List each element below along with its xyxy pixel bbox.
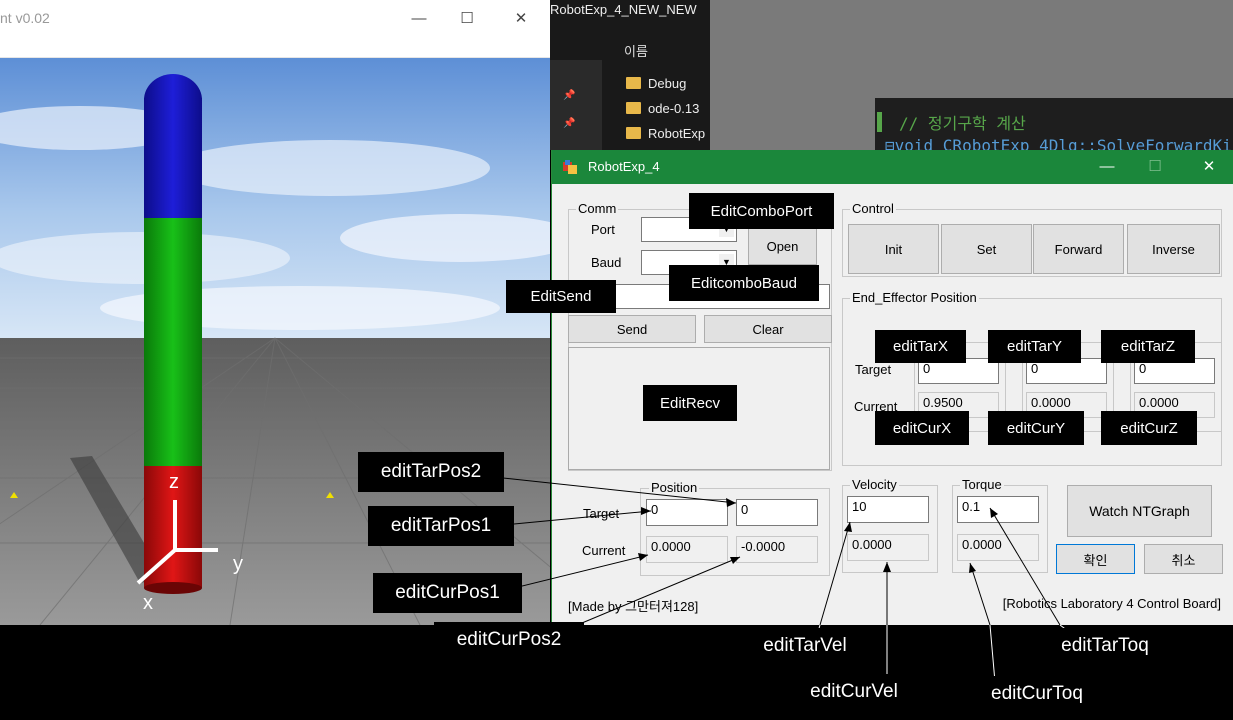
annotation-edit-cur-x: editCurX (875, 411, 969, 445)
annotation-edit-recv: EditRecv (643, 385, 737, 421)
torque-current-field: 0.0000 (957, 534, 1039, 561)
baud-label: Baud (591, 255, 622, 270)
position-group-label: Position (649, 480, 700, 495)
annotation-edit-tar-vel: editTarVel (742, 628, 868, 664)
ok-button[interactable]: 확인 (1056, 544, 1135, 574)
position-target-label: Target (583, 506, 620, 521)
send-button[interactable]: Send (568, 315, 696, 343)
dialog-titlebar: RobotExp_4 — ☐ ✕ (552, 150, 1233, 184)
explorer-title: RobotExp_4_NEW_NEW (550, 2, 697, 17)
footer-credit: [Made by 그만터져128] (568, 599, 699, 614)
annotation-edit-tar-toq: editTarToq (1040, 628, 1170, 664)
folder-icon (626, 102, 641, 114)
torque-group-label: Torque (960, 477, 1004, 492)
position-target-2-input[interactable]: 0 (736, 499, 818, 526)
velocity-target-input[interactable]: 10 (847, 496, 929, 523)
footer-board-name: [Robotics Laboratory 4 Control Board] (1002, 596, 1221, 611)
velocity-current-field: 0.0000 (847, 534, 929, 561)
cancel-button[interactable]: 취소 (1144, 544, 1223, 574)
ee-target-label: Target (855, 362, 892, 377)
position-target-1-input[interactable]: 0 (646, 499, 728, 526)
explorer-item[interactable]: RobotExp (626, 126, 705, 141)
init-button[interactable]: Init (848, 224, 939, 274)
annotation-edit-cur-pos2: editCurPos2 (434, 622, 584, 658)
maximize-icon: ☐ (1148, 158, 1162, 175)
close-icon[interactable]: ✕ (498, 6, 544, 32)
open-button[interactable]: Open (748, 227, 817, 265)
minimize-icon[interactable]: — (1084, 154, 1130, 180)
annotation-edit-tar-x: editTarX (875, 330, 966, 363)
axis-label-x: x (143, 592, 153, 614)
velocity-group-label: Velocity (850, 477, 899, 492)
annotation-edit-cur-z: editCurZ (1101, 411, 1197, 445)
annotation-edit-tar-pos1: editTarPos1 (368, 506, 514, 546)
sim-titlebar: nt v0.02 — ☐ ✕ (0, 0, 550, 58)
position-current-1-field: 0.0000 (646, 536, 728, 563)
app-icon (563, 160, 577, 174)
forward-button[interactable]: Forward (1033, 224, 1124, 274)
annotation-edit-cur-pos1: editCurPos1 (373, 573, 522, 613)
annotation-edit-cur-toq: editCurToq (970, 676, 1104, 712)
clear-button[interactable]: Clear (704, 315, 832, 343)
annotation-edit-combo-baud: EditcomboBaud (669, 265, 819, 301)
folder-icon (626, 77, 641, 89)
robot-link-middle (144, 218, 202, 466)
annotation-edit-tar-z: editTarZ (1101, 330, 1195, 363)
set-button[interactable]: Set (941, 224, 1032, 274)
annotation-edit-combo-port: EditComboPort (689, 193, 834, 229)
position-current-2-field: -0.0000 (736, 536, 818, 563)
pin-icon: 📌 (563, 90, 576, 101)
annotation-edit-cur-y: editCurY (988, 411, 1084, 445)
inverse-button[interactable]: Inverse (1127, 224, 1220, 274)
port-label: Port (591, 222, 615, 237)
position-current-label: Current (582, 543, 626, 558)
folder-icon (626, 127, 641, 139)
explorer-item[interactable]: ode-0.13 (626, 101, 699, 116)
explorer-column-name[interactable]: 이름 (624, 41, 648, 60)
annotation-edit-tar-y: editTarY (988, 330, 1081, 363)
end-effector-group-label: End_Effector Position (850, 290, 979, 305)
minimize-icon[interactable]: — (396, 6, 442, 32)
sim-window-title: nt v0.02 (0, 10, 50, 26)
close-icon[interactable]: ✕ (1186, 154, 1232, 180)
code-function-line: ⊟void CRobotExp_4Dlg::SolveForwardKinema… (885, 136, 1233, 150)
comm-group-label: Comm (576, 201, 619, 216)
annotation-edit-send: EditSend (506, 280, 616, 313)
dialog-title: RobotExp_4 (588, 159, 660, 174)
watch-ntgraph-button[interactable]: Watch NTGraph (1067, 485, 1212, 537)
pin-icon: 📌 (563, 118, 576, 129)
explorer-nav-pane (550, 60, 602, 150)
annotation-edit-cur-vel: editCurVel (790, 674, 918, 710)
axis-label-z: z (169, 471, 179, 493)
annotation-edit-tar-pos2: editTarPos2 (358, 452, 504, 492)
code-comment-line: // 정기구학 계산 (899, 114, 1026, 133)
control-group-label: Control (850, 201, 896, 216)
explorer-item[interactable]: Debug (626, 76, 686, 91)
maximize-icon[interactable]: ☐ (444, 6, 490, 32)
torque-target-input[interactable]: 0.1 (957, 496, 1039, 523)
file-explorer-window: RobotExp_4_NEW_NEW 📌 📌 이름 Debug ode-0.13… (550, 0, 710, 150)
code-editor: // 정기구학 계산 ⊟void CRobotExp_4Dlg::SolveFo… (875, 98, 1233, 150)
axis-label-y: y (233, 553, 243, 575)
